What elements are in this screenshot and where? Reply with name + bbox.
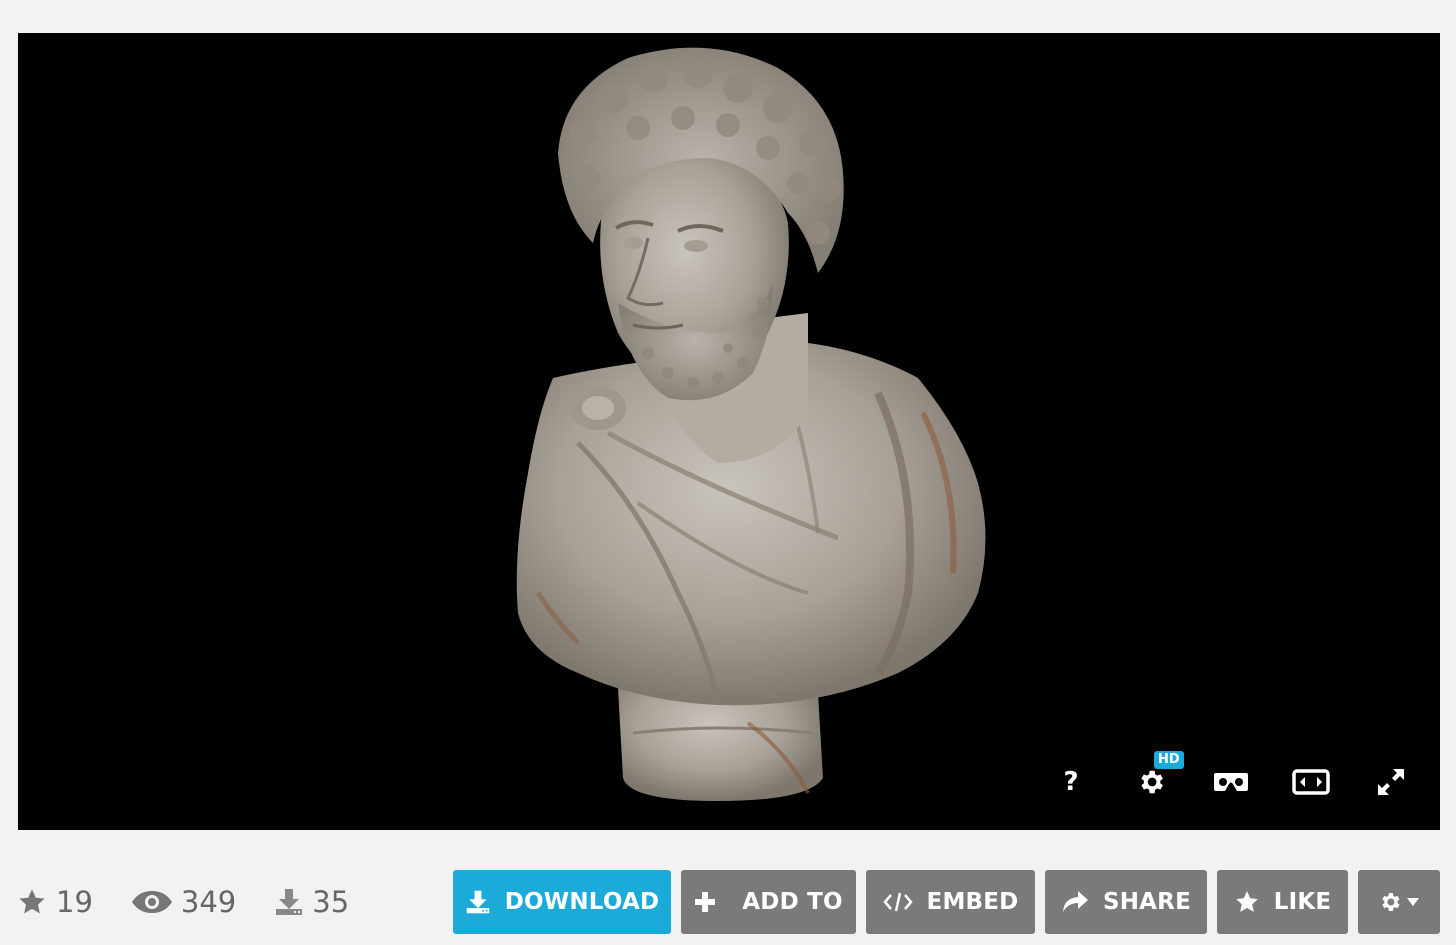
vr-button[interactable] bbox=[1208, 759, 1254, 805]
like-button[interactable]: LIKE bbox=[1217, 870, 1348, 934]
hd-badge: HD bbox=[1154, 751, 1184, 769]
downloads-count: 35 bbox=[312, 885, 350, 919]
likes-count: 19 bbox=[56, 885, 93, 919]
add-to-label: ADD TO bbox=[742, 889, 843, 915]
model-stats: 19 349 35 bbox=[16, 878, 387, 926]
fullscreen-button[interactable] bbox=[1368, 759, 1414, 805]
views-count: 349 bbox=[180, 885, 237, 919]
gear-icon bbox=[1378, 890, 1402, 914]
fullscreen-icon bbox=[1378, 769, 1404, 795]
model-bust-render[interactable] bbox=[18, 33, 1440, 830]
help-button[interactable]: ? bbox=[1048, 759, 1094, 805]
plus-icon bbox=[694, 891, 716, 913]
gear-icon bbox=[1141, 770, 1163, 794]
code-icon bbox=[882, 891, 913, 913]
widescreen-button[interactable] bbox=[1288, 759, 1334, 805]
help-icon: ? bbox=[1063, 767, 1079, 797]
like-label: LIKE bbox=[1273, 889, 1332, 915]
star-icon bbox=[16, 887, 48, 917]
views-stat: 349 bbox=[131, 885, 236, 919]
downloads-stat: 35 bbox=[274, 885, 349, 919]
share-icon bbox=[1061, 890, 1089, 914]
caret-down-icon bbox=[1406, 897, 1420, 907]
download-button[interactable]: DOWNLOAD bbox=[453, 870, 671, 934]
star-icon bbox=[1234, 889, 1260, 915]
eye-icon bbox=[131, 889, 173, 915]
download-label: DOWNLOAD bbox=[504, 889, 660, 915]
share-label: SHARE bbox=[1102, 889, 1192, 915]
model-viewer[interactable]: ? HD bbox=[18, 33, 1440, 830]
settings-hd-button[interactable]: HD bbox=[1128, 751, 1184, 805]
download-icon bbox=[274, 887, 304, 917]
add-to-button[interactable]: ADD TO bbox=[681, 870, 856, 934]
widescreen-icon bbox=[1292, 769, 1330, 795]
download-icon bbox=[465, 889, 491, 915]
share-button[interactable]: SHARE bbox=[1045, 870, 1207, 934]
embed-button[interactable]: EMBED bbox=[866, 870, 1035, 934]
likes-stat: 19 bbox=[16, 885, 93, 919]
vr-headset-icon bbox=[1214, 773, 1248, 791]
more-options-button[interactable] bbox=[1358, 870, 1440, 934]
embed-label: EMBED bbox=[926, 889, 1019, 915]
